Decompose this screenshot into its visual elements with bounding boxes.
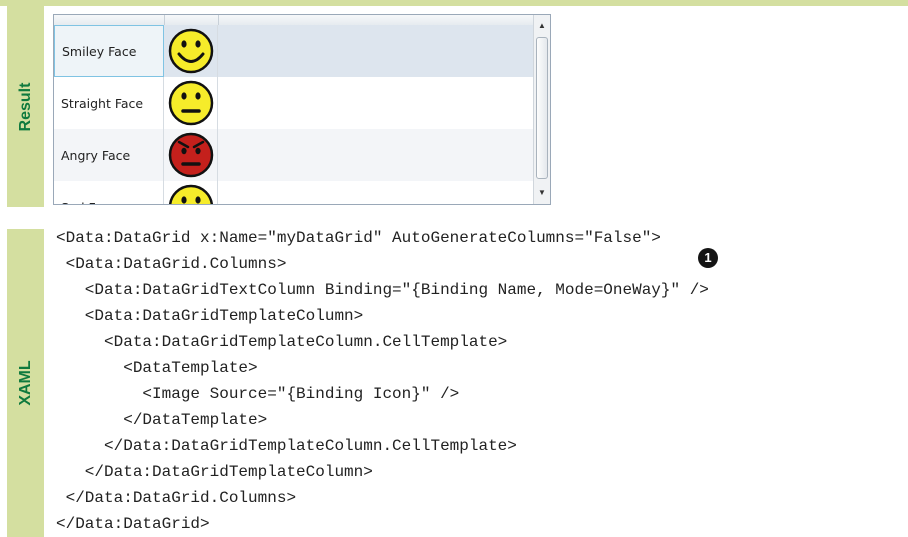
- xaml-label: XAML: [16, 360, 34, 406]
- code-line: <Data:DataGrid x:Name="myDataGrid" AutoG…: [56, 229, 661, 247]
- scroll-up-arrow-icon[interactable]: ▲: [534, 18, 550, 34]
- angry-face-icon: [168, 132, 214, 178]
- straight-face-icon: [168, 80, 214, 126]
- icon-cell[interactable]: [164, 129, 218, 181]
- name-cell[interactable]: Angry Face: [54, 129, 164, 181]
- name-cell[interactable]: Straight Face: [54, 77, 164, 129]
- callout-marker: 1: [698, 248, 718, 268]
- icon-cell[interactable]: [164, 77, 218, 129]
- grid-row[interactable]: Smiley Face: [54, 25, 533, 77]
- code-line: </Data:DataGrid>: [56, 515, 210, 533]
- icon-cell[interactable]: [164, 181, 218, 204]
- code-line: <Image Source="{Binding Icon}" />: [56, 385, 460, 403]
- icon-cell[interactable]: [164, 25, 218, 77]
- sad-face-icon: [168, 184, 214, 204]
- result-label: Result: [16, 82, 34, 131]
- xaml-tab: XAML: [7, 229, 44, 537]
- code-line: <DataTemplate>: [56, 359, 258, 377]
- code-line: </Data:DataGrid.Columns>: [56, 489, 297, 507]
- code-line: <Data:DataGridTemplateColumn>: [56, 307, 364, 325]
- grid-row[interactable]: Straight Face: [54, 77, 533, 129]
- code-line: </DataTemplate>: [56, 411, 268, 429]
- data-grid[interactable]: Smiley Face Straight Face Angry Face ▲ ▼: [53, 14, 551, 205]
- name-cell[interactable]: Sad Face: [54, 181, 164, 204]
- scroll-thumb[interactable]: [536, 37, 548, 179]
- top-accent-bar: [0, 0, 908, 6]
- code-line: <Data:DataGridTemplateColumn.CellTemplat…: [56, 333, 508, 351]
- xaml-code-listing: <Data:DataGrid x:Name="myDataGrid" AutoG…: [56, 225, 709, 537]
- smiley-face-icon: [168, 28, 214, 74]
- code-line: </Data:DataGridTemplateColumn>: [56, 463, 373, 481]
- code-line: <Data:DataGrid.Columns>: [56, 255, 287, 273]
- grid-row[interactable]: Sad Face: [54, 181, 533, 204]
- code-line: <Data:DataGridTextColumn Binding="{Bindi…: [56, 281, 709, 299]
- vertical-scrollbar[interactable]: ▲ ▼: [533, 15, 550, 204]
- grid-row[interactable]: Angry Face: [54, 129, 533, 181]
- name-cell[interactable]: Smiley Face: [54, 25, 164, 77]
- code-line: </Data:DataGridTemplateColumn.CellTempla…: [56, 437, 517, 455]
- scroll-down-arrow-icon[interactable]: ▼: [534, 185, 550, 201]
- result-tab: Result: [7, 6, 44, 207]
